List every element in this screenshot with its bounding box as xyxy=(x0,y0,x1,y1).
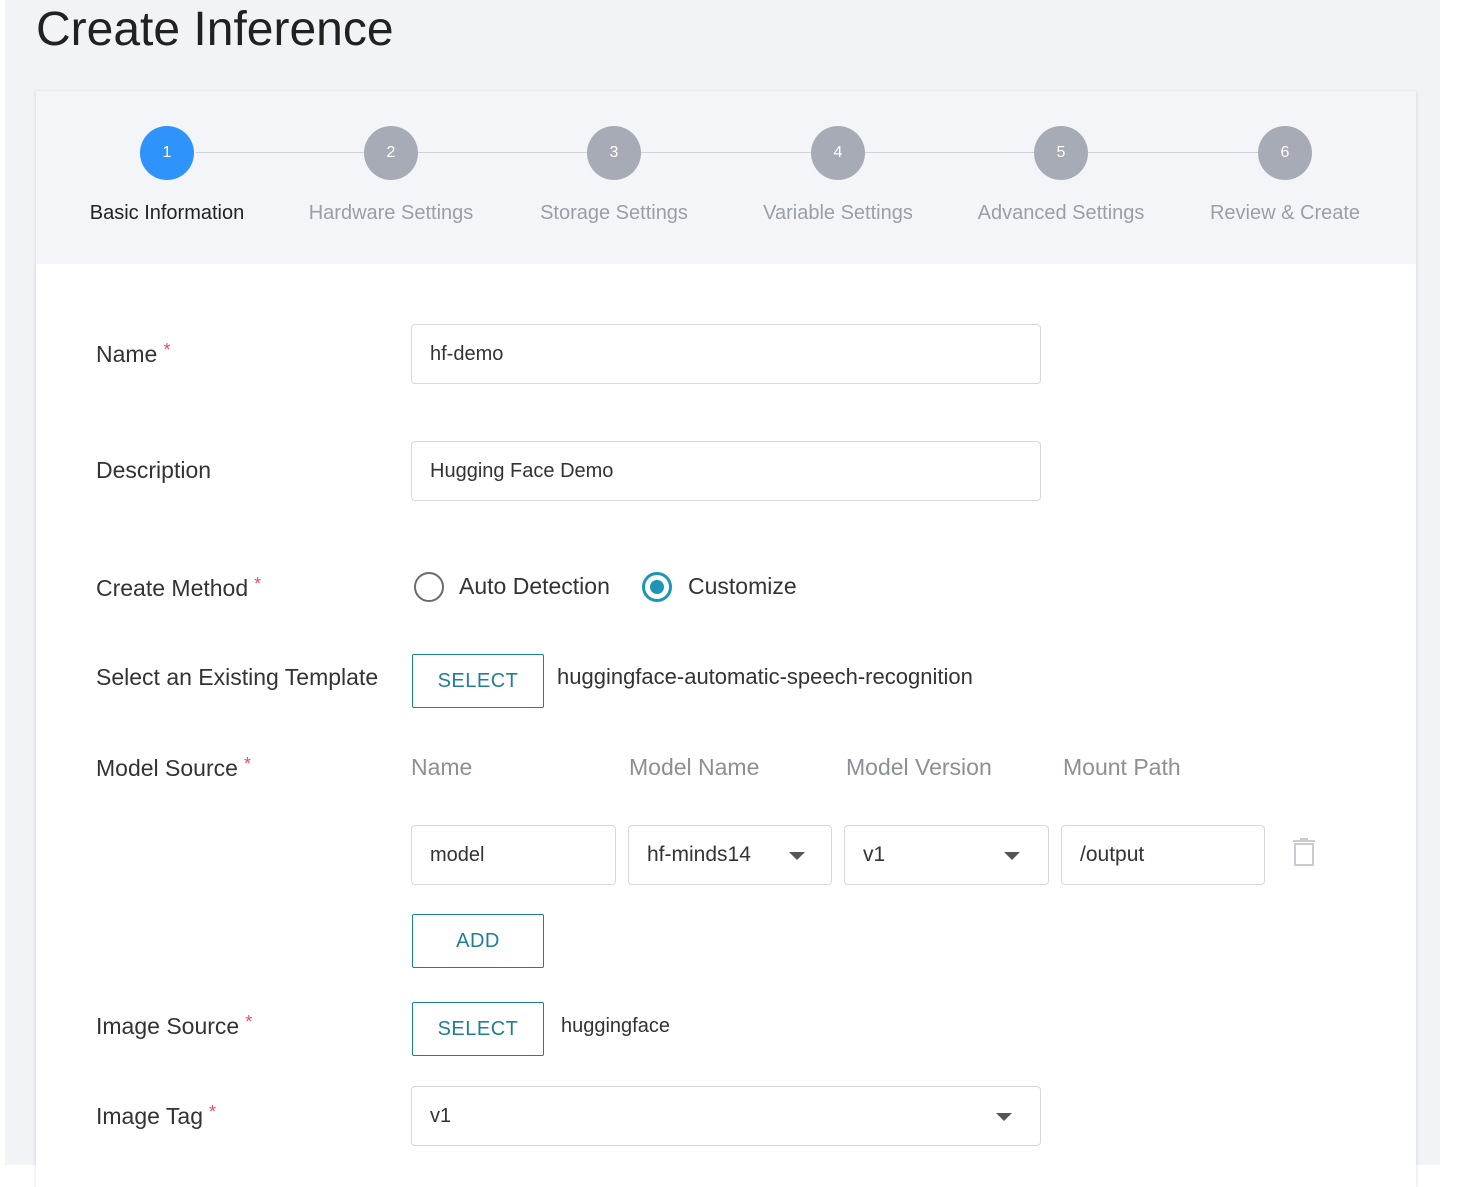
column-header-mount-path: Mount Path xyxy=(1063,754,1181,780)
step-label: Advanced Settings xyxy=(977,202,1145,224)
customize-radio[interactable] xyxy=(642,572,672,602)
required-mark: * xyxy=(243,754,251,774)
add-model-button[interactable]: ADD xyxy=(412,914,544,968)
step-label: Review & Create xyxy=(1209,202,1361,224)
create-method-label: Create Method * xyxy=(96,574,262,601)
step-hardware-settings[interactable]: 2 Hardware Settings xyxy=(291,126,491,225)
select-image-button[interactable]: SELECT xyxy=(412,1002,544,1056)
step-label: Variable Settings xyxy=(763,202,913,224)
step-label: Storage Settings xyxy=(540,202,688,224)
model-name-select[interactable]: hf-minds14 xyxy=(628,825,832,885)
model-version-select[interactable]: v1 xyxy=(844,825,1049,885)
description-label: Description xyxy=(96,457,212,483)
stepper: 1 Basic Information 2 Hardware Settings … xyxy=(36,91,1416,264)
column-header-name: Name xyxy=(411,754,473,780)
caret-down-icon xyxy=(996,1113,1012,1121)
step-number: 6 xyxy=(1258,126,1312,180)
trash-icon[interactable] xyxy=(1293,838,1315,866)
auto-detection-label[interactable]: Auto Detection xyxy=(459,573,610,600)
image-tag-select[interactable]: v1 xyxy=(411,1086,1041,1146)
mount-path-input[interactable] xyxy=(1061,825,1265,885)
required-mark: * xyxy=(163,340,171,360)
step-storage-settings[interactable]: 3 Storage Settings xyxy=(514,126,714,225)
column-header-model-name: Model Name xyxy=(629,754,760,780)
required-mark: * xyxy=(208,1102,216,1122)
select-template-button[interactable]: SELECT xyxy=(412,654,544,708)
step-label: Basic Information xyxy=(89,202,245,224)
step-label: Hardware Settings xyxy=(308,202,474,224)
model-version-select-value: v1 xyxy=(863,843,886,866)
model-source-label: Model Source * xyxy=(96,754,251,781)
step-number: 3 xyxy=(587,126,641,180)
image-source-label: Image Source * xyxy=(96,1012,253,1039)
image-tag-label: Image Tag * xyxy=(96,1102,216,1129)
name-input[interactable] xyxy=(411,324,1041,384)
auto-detection-radio[interactable] xyxy=(414,572,444,602)
required-mark: * xyxy=(245,1012,253,1032)
step-review-create[interactable]: 6 Review & Create xyxy=(1185,126,1385,225)
template-label: Select an Existing Template xyxy=(96,664,379,690)
column-header-model-version: Model Version xyxy=(846,754,992,780)
step-number: 5 xyxy=(1034,126,1088,180)
step-number: 1 xyxy=(140,126,194,180)
step-number: 4 xyxy=(811,126,865,180)
name-label: Name * xyxy=(96,340,171,367)
customize-label[interactable]: Customize xyxy=(688,573,797,600)
step-number: 2 xyxy=(364,126,418,180)
description-input[interactable] xyxy=(411,441,1041,501)
model-name-select-value: hf-minds14 xyxy=(647,843,751,866)
image-tag-select-value: v1 xyxy=(430,1105,452,1127)
selected-template: huggingface-automatic-speech-recognition xyxy=(557,664,973,689)
step-variable-settings[interactable]: 4 Variable Settings xyxy=(738,126,938,225)
selected-image: huggingface xyxy=(561,1015,670,1037)
step-basic-information[interactable]: 1 Basic Information xyxy=(67,126,267,225)
caret-down-icon xyxy=(789,852,805,860)
required-mark: * xyxy=(254,574,262,594)
model-name-input[interactable] xyxy=(411,825,616,885)
page-title: Create Inference xyxy=(36,3,394,56)
step-advanced-settings[interactable]: 5 Advanced Settings xyxy=(961,126,1161,225)
caret-down-icon xyxy=(1004,852,1020,860)
